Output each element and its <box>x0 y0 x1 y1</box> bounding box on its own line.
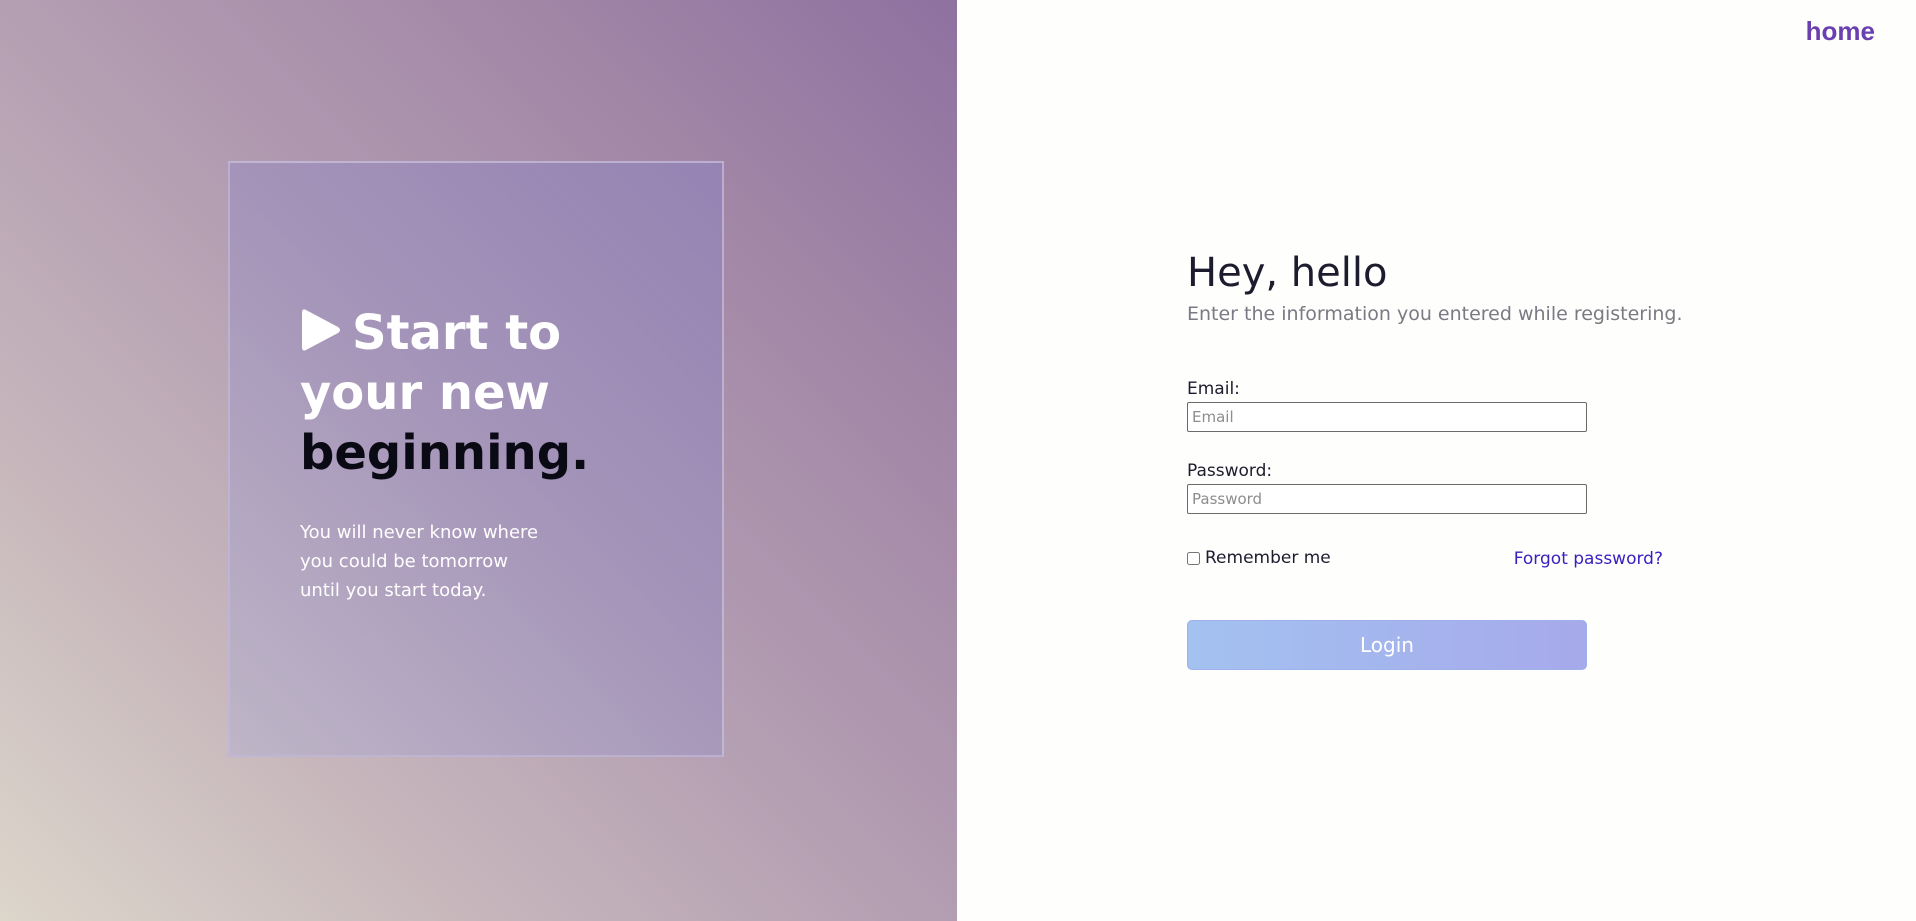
email-field-group: Email: <box>1187 379 1587 432</box>
password-input[interactable] <box>1187 484 1587 514</box>
hero-title-line-3: beginning. <box>300 425 590 481</box>
hero-panel: Start to your new beginning. You will ne… <box>0 0 957 921</box>
hero-subtitle: You will never know where you could be t… <box>300 522 539 601</box>
form-title: Hey, hello <box>1187 250 1388 296</box>
form-subtitle: Enter the information you entered while … <box>1187 303 1683 325</box>
form-options-row: Remember me Forgot password? <box>1187 548 1663 572</box>
home-link[interactable]: home <box>1806 16 1875 47</box>
remember-me-checkbox[interactable] <box>1187 551 1200 565</box>
login-page: Start to your new beginning. You will ne… <box>0 0 1916 921</box>
forgot-password-link[interactable]: Forgot password? <box>1514 549 1663 569</box>
hero-card: Start to your new beginning. You will ne… <box>228 161 724 757</box>
hero-title-line-2: your new <box>300 365 550 421</box>
password-label: Password: <box>1187 461 1273 481</box>
hero-title-line-1: Start to <box>352 305 562 361</box>
play-icon <box>300 307 342 353</box>
email-label: Email: <box>1187 379 1240 399</box>
remember-me-label: Remember me <box>1205 548 1331 568</box>
login-panel: home Hey, hello Enter the information yo… <box>957 0 1916 921</box>
password-field-group: Password: <box>1187 461 1587 514</box>
hero-title: Start to your new beginning. <box>300 303 630 483</box>
login-form: Hey, hello Enter the information you ent… <box>1187 245 1687 670</box>
login-button[interactable]: Login <box>1187 620 1587 670</box>
remember-me[interactable]: Remember me <box>1187 548 1331 568</box>
email-input[interactable] <box>1187 402 1587 432</box>
